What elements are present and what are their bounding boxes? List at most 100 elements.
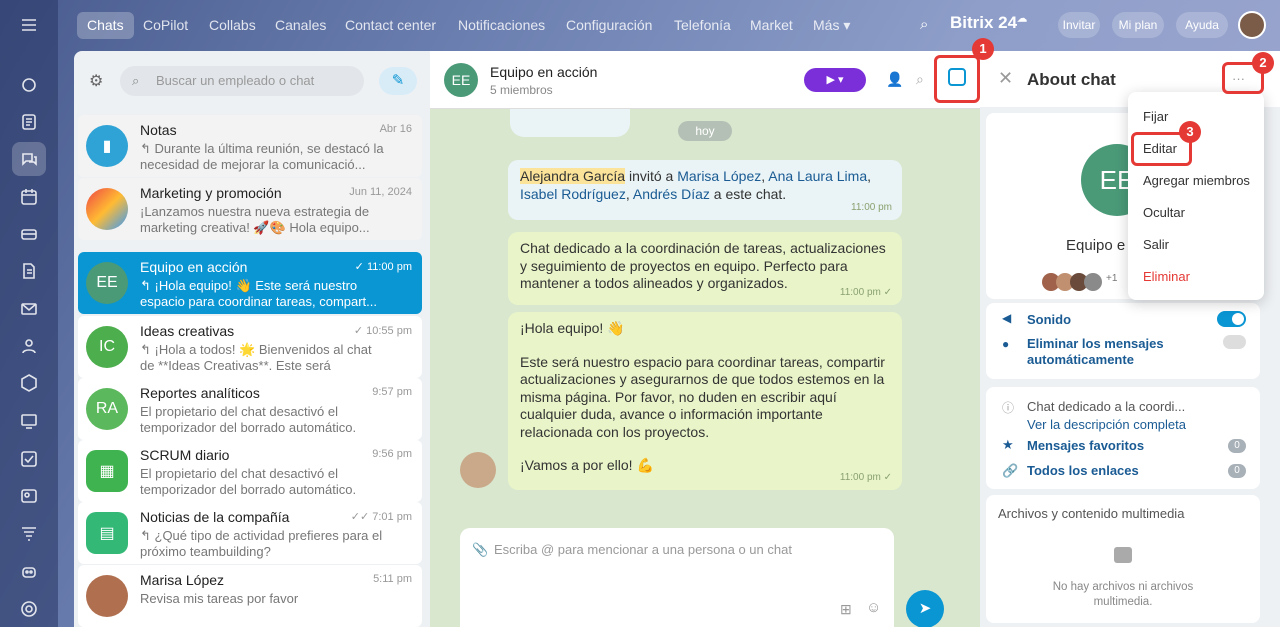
chat-title[interactable]: Equipo en acción (490, 64, 597, 80)
tasks-icon[interactable] (17, 110, 41, 134)
video-call-button[interactable]: ▶ ▾ (804, 68, 866, 92)
auto-delete-toggle[interactable] (1223, 335, 1246, 349)
invite-button[interactable]: Invitar (1058, 12, 1100, 38)
chat-name: Marisa López (140, 572, 225, 588)
add-member-icon[interactable]: 👤 (886, 71, 903, 88)
tab-copilot[interactable]: CoPilot (143, 12, 188, 39)
tab-more[interactable]: Más ▾ (813, 12, 850, 39)
emoji-icon[interactable]: ☺ (866, 599, 881, 616)
files-empty: No hay archivos ni archivos multimedia. (1052, 581, 1194, 608)
message-time: 11:00 pm ✓ (839, 471, 892, 483)
tab-notificaciones[interactable]: Notificaciones (458, 12, 545, 39)
close-icon[interactable]: ✕ (998, 68, 1013, 89)
sender-avatar[interactable] (460, 452, 496, 488)
settings-icon[interactable] (17, 597, 41, 621)
image-icon (1114, 547, 1132, 563)
info-icon: ⓘ (1002, 401, 1015, 415)
menu-item-leave[interactable]: Salir (1143, 237, 1169, 252)
list-item[interactable]: RA Reportes analíticos 9:57 pm El propie… (78, 378, 422, 440)
tab-collabs[interactable]: Collabs (209, 12, 256, 39)
list-item[interactable]: Marketing y promoción Jun 11, 2024 ¡Lanz… (78, 178, 422, 240)
chat-avatar: EE (444, 63, 478, 97)
attach-icon[interactable]: 📎 (472, 542, 488, 558)
menu-item-add-members[interactable]: Agregar miembros (1143, 173, 1250, 188)
send-button[interactable]: ➤ (906, 590, 944, 627)
filter-settings-icon[interactable]: ⚙ (89, 71, 103, 91)
favorites-count: 0 (1228, 439, 1246, 453)
list-item[interactable]: ▤ Noticias de la compañía ✓✓ 7:01 pm ↰ ¿… (78, 502, 422, 564)
list-item[interactable]: ▮ Notas Abr 16 ↰ Durante la última reuni… (78, 115, 422, 177)
drive-icon[interactable] (17, 222, 41, 246)
check-icon[interactable] (17, 447, 41, 471)
robot-icon[interactable] (17, 559, 41, 583)
tab-market[interactable]: Market (750, 12, 793, 39)
new-chat-button[interactable]: ✎ (379, 67, 417, 95)
invite-verb: invitó a (625, 168, 678, 184)
member-link[interactable]: Isabel Rodríguez (520, 186, 626, 202)
chat-name: Equipo en acción (140, 259, 248, 275)
message-text: ¡Vamos a por ello! 💪 (520, 457, 654, 473)
chat-members[interactable]: 5 miembros (490, 83, 553, 97)
list-item[interactable]: ▦ SCRUM diario 9:56 pm El propietario de… (78, 440, 422, 502)
message-bubble[interactable]: ¡Hola equipo! 👋 Este será nuestro espaci… (508, 312, 902, 490)
sound-toggle[interactable] (1217, 311, 1246, 327)
message-bubble[interactable]: Chat dedicado a la coordinación de tarea… (508, 232, 902, 305)
bookmark-icon: ▮ (86, 125, 128, 167)
avatar[interactable] (1238, 11, 1266, 39)
chat-search-icon[interactable]: ⌕ (916, 71, 924, 88)
feed-icon[interactable] (17, 73, 41, 97)
tab-telefonia[interactable]: Telefonía (674, 12, 731, 39)
member-avatars[interactable]: +1 (1042, 273, 1117, 291)
list-item[interactable]: Marisa López 5:11 pm Revisa mis tareas p… (78, 565, 422, 627)
search-input[interactable]: Buscar un empleado o chat (120, 66, 364, 96)
about-title: About chat (1027, 70, 1116, 89)
description-link[interactable]: Ver la descripción completa (1027, 417, 1186, 432)
sound-icon: ◀ (1002, 311, 1012, 325)
member-avatar (1084, 273, 1102, 291)
plan-button[interactable]: Mi plan (1112, 12, 1164, 38)
menu-item-delete[interactable]: Eliminar (1143, 269, 1190, 284)
list-item[interactable]: IC Ideas creativas ✓ 10:55 pm ↰ ¡Hola a … (78, 316, 422, 378)
links-count: 0 (1228, 464, 1246, 478)
day-divider: hoy (678, 121, 732, 141)
menu-icon[interactable] (17, 13, 41, 37)
calendar-icon[interactable] (17, 185, 41, 209)
chat-preview: ↰ ¡Hola equipo! 👋 Este será nuestro espa… (140, 278, 378, 309)
groups-icon[interactable] (17, 334, 41, 358)
description-text: Chat dedicado a la coordi... (1027, 399, 1186, 414)
chat-name: Ideas creativas (140, 323, 235, 339)
links-link[interactable]: Todos los enlaces (1027, 463, 1139, 478)
chat-time: ✓✓ 7:01 pm (350, 511, 412, 523)
inviter-name[interactable]: Alejandra García (520, 168, 626, 184)
contacts-icon[interactable] (17, 484, 41, 508)
message-time: 11:00 pm (851, 201, 892, 213)
menu-item-hide[interactable]: Ocultar (1143, 205, 1185, 220)
filter-icon[interactable] (17, 521, 41, 545)
favorites-link[interactable]: Mensajes favoritos (1027, 438, 1144, 453)
chat-name: Reportes analíticos (140, 385, 260, 401)
search-icon[interactable]: ⌕ (920, 16, 928, 33)
list-item[interactable]: EE Equipo en acción ✓ 11:00 pm ↰ ¡Hola e… (78, 252, 422, 314)
settings-card: ◀ Sonido ● Eliminar los mensajes automát… (986, 303, 1260, 379)
hexagon-icon[interactable] (17, 371, 41, 395)
tab-configuracion[interactable]: Configuración (566, 12, 652, 39)
chat-preview: El propietario del chat desactivó el tem… (140, 466, 357, 497)
chat-time: ✓ 10:55 pm (353, 325, 412, 337)
tab-canales[interactable]: Canales (275, 12, 326, 39)
docs-icon[interactable] (17, 259, 41, 283)
member-link[interactable]: Andrés Díaz (633, 186, 710, 202)
help-button[interactable]: Ayuda (1176, 12, 1228, 38)
tab-chats[interactable]: Chats (77, 12, 134, 39)
mail-icon[interactable] (17, 297, 41, 321)
message-input[interactable]: Escriba @ para mencionar a una persona o… (460, 528, 894, 627)
tab-contact-center[interactable]: Contact center (345, 12, 436, 39)
chat-area: EE Equipo en acción 5 miembros ▶ ▾ 👤 ⌕ h… (430, 51, 980, 627)
menu-item-pin[interactable]: Fijar (1143, 109, 1168, 124)
crm-icon[interactable] (17, 409, 41, 433)
chat-avatar: RA (86, 388, 128, 430)
chats-icon[interactable] (12, 142, 46, 176)
member-link[interactable]: Marisa López (677, 168, 761, 184)
apps-icon[interactable]: ⊞ (840, 601, 852, 618)
calendar-chat-icon: ▦ (86, 450, 128, 492)
member-link[interactable]: Ana Laura Lima (768, 168, 867, 184)
